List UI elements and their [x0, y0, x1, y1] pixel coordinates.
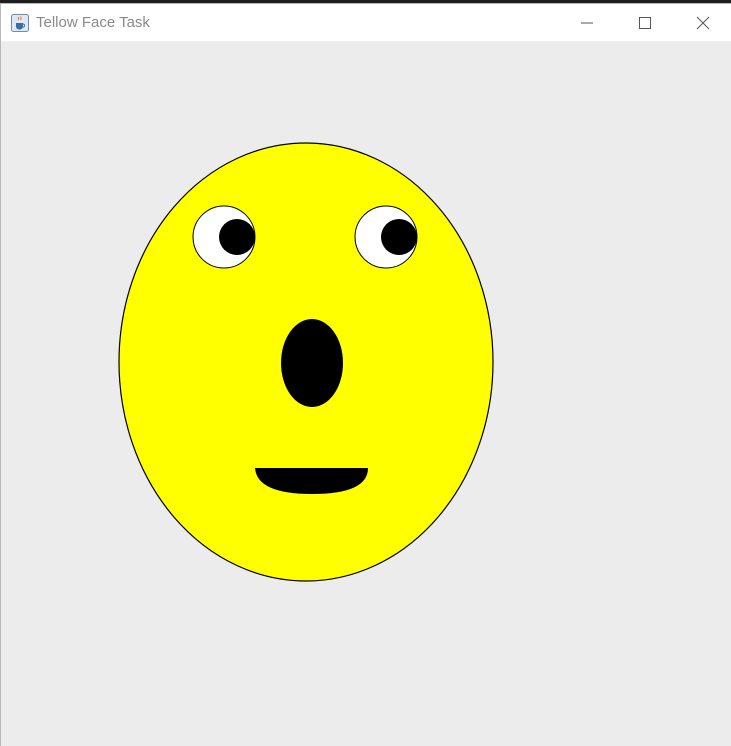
minimize-button[interactable] — [558, 4, 616, 42]
nose — [281, 319, 343, 407]
app-window: Tellow Face Task — [0, 3, 731, 746]
close-button[interactable] — [674, 4, 731, 42]
close-icon — [696, 16, 710, 30]
maximize-icon — [639, 17, 651, 29]
face-drawing — [118, 142, 494, 582]
right-eye-pupil — [381, 219, 417, 255]
java-cup-icon — [11, 14, 29, 32]
maximize-button[interactable] — [616, 4, 674, 42]
title-bar[interactable]: Tellow Face Task — [1, 4, 731, 42]
drawing-canvas — [1, 42, 731, 746]
left-eye-pupil — [219, 219, 255, 255]
minimize-icon — [581, 22, 593, 24]
window-title: Tellow Face Task — [36, 14, 150, 31]
